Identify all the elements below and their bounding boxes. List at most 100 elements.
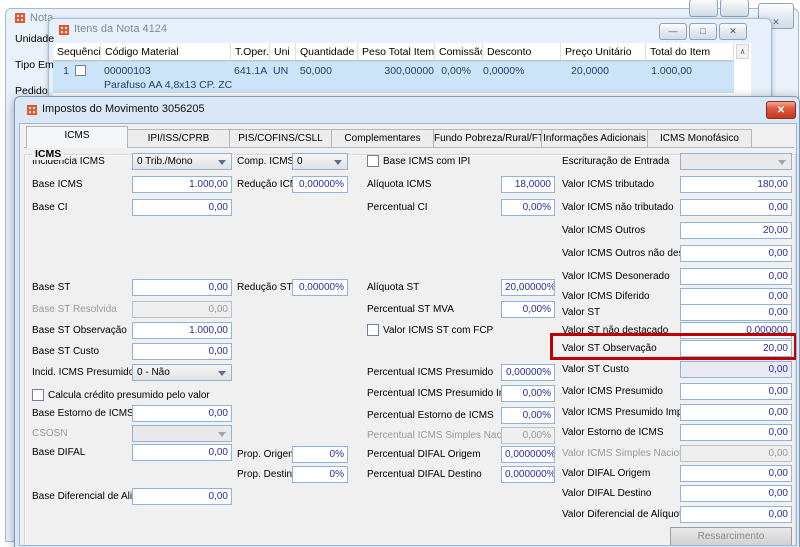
base-estorno-field[interactable]: 0,00	[132, 405, 232, 422]
incidencia-icms-select[interactable]: 0 Trib./Mono	[132, 153, 232, 170]
col-header-uni[interactable]: Uni	[270, 43, 296, 61]
prop-destino-label: Prop. Destino	[237, 469, 298, 480]
tab-icms-monofasico[interactable]: ICMS Monofásico	[648, 129, 752, 148]
col-header-total-do-item[interactable]: Total do Item	[646, 43, 734, 61]
aliquota-st-field[interactable]: 20,00000%	[501, 279, 555, 296]
tab-informacoes-adicionais[interactable]: Informações Adicionais	[542, 129, 648, 148]
table-row[interactable]: 1 00000103 Parafuso AA 4,8x13 CP. ZC 641…	[53, 61, 734, 93]
percentual-icms-presumido-label: Percentual ICMS Presumido	[367, 367, 494, 378]
col-header-toper[interactable]: T.Oper.	[231, 43, 270, 61]
valor-dif-aliquota-label: Valor Diferencial de Alíquota	[562, 509, 688, 520]
base-st-observacao-field[interactable]: 1.000,00	[132, 322, 232, 339]
reducao-icms-field[interactable]: 0,00000%	[292, 176, 348, 193]
col-header-quantidade[interactable]: Quantidade	[296, 43, 358, 61]
base-icms-field[interactable]: 1.000,00	[132, 176, 232, 193]
escrituracao-label: Escrituração de Entrada	[562, 156, 670, 167]
percentual-difal-origem-label: Percentual DIFAL Origem	[367, 449, 481, 460]
valor-icms-diferido-field[interactable]: 0,00	[680, 288, 792, 305]
valor-icms-outros-nao-dest-field[interactable]: 0,00	[680, 245, 792, 262]
row-toper: 641.1A	[234, 65, 268, 77]
tab-ipi-iss-cprb[interactable]: IPI/ISS/CPRB	[128, 129, 230, 148]
base-ci-field[interactable]: 0,00	[132, 199, 232, 216]
valor-st-custo-field[interactable]: 0,00	[680, 361, 792, 378]
base-st-custo-field[interactable]: 0,00	[132, 343, 232, 360]
valor-icms-tributado-label: Valor ICMS tributado	[562, 179, 655, 190]
app-icon	[15, 13, 25, 23]
valor-icms-presumido-field[interactable]: 0,00	[680, 383, 792, 400]
valor-st-field[interactable]: 0,00	[680, 304, 792, 321]
base-st-field[interactable]: 0,00	[132, 279, 232, 296]
valor-st-nao-destacado-field[interactable]: 0,000000	[680, 322, 792, 339]
valor-icms-st-com-fcp-checkbox[interactable]	[367, 324, 379, 336]
maximize-button[interactable]	[689, 0, 718, 17]
valor-icms-desonerado-field[interactable]: 0,00	[680, 268, 792, 285]
percentual-ci-label: Percentual CI	[367, 202, 428, 213]
csosn-label: CSOSN	[32, 428, 68, 439]
incid-icms-presumido-select[interactable]: 0 - Não	[132, 364, 232, 381]
tab-icms[interactable]: ICMS	[26, 126, 128, 148]
valor-difal-origem-field[interactable]: 0,00	[680, 465, 792, 482]
aliquota-icms-field[interactable]: 18,0000	[501, 176, 555, 193]
percentual-estorno-field[interactable]: 0,00%	[501, 407, 555, 424]
app-icon	[27, 105, 37, 115]
valor-dif-aliquota-field[interactable]: 0,00	[680, 506, 792, 523]
valor-difal-destino-field[interactable]: 0,00	[680, 485, 792, 502]
comp-icms-select[interactable]: 0	[292, 153, 348, 170]
valor-icms-outros-nao-dest-label: Valor ICMS Outros não dest.	[562, 248, 690, 259]
valor-st-observacao-field[interactable]: 20,00	[680, 340, 792, 357]
base-difal-label: Base DIFAL	[32, 447, 86, 458]
row-codigo: 00000103	[104, 65, 151, 77]
col-header-codigo-material[interactable]: Código Material	[101, 43, 231, 61]
minimize-icon[interactable]: —	[659, 23, 687, 40]
percentual-icms-presumido-field[interactable]: 0,00000%	[501, 364, 555, 381]
restore-button[interactable]	[720, 0, 749, 17]
col-header-peso-total-item[interactable]: Peso Total Item	[358, 43, 435, 61]
percentual-ci-field[interactable]: 0,00%	[501, 199, 555, 216]
prop-origem-field[interactable]: 0%	[292, 446, 348, 463]
row-preco: 20,0000	[571, 65, 609, 77]
aliquota-st-label: Alíquota ST	[367, 282, 420, 293]
prop-destino-field[interactable]: 0%	[292, 466, 348, 483]
col-header-sequencia[interactable]: Sequência	[53, 43, 101, 61]
tab-complementares[interactable]: Complementares	[332, 129, 434, 148]
percentual-difal-destino-field[interactable]: 0,000000%	[501, 466, 555, 483]
valor-simples-label: Valor ICMS Simples Nacional	[562, 448, 693, 459]
col-header-comissao[interactable]: Comissão	[435, 43, 483, 61]
tab-pis-cofins-csll[interactable]: PIS/COFINS/CSLL	[230, 129, 332, 148]
col-header-preco-unitario[interactable]: Preço Unitário	[561, 43, 646, 61]
tab-fundo-pobreza-rural-fti[interactable]: Fundo Pobreza/Rural/FTI	[434, 129, 542, 148]
dialog-titlebar[interactable]: Impostos do Movimento 3056205 ✕	[15, 97, 799, 123]
percentual-difal-origem-field[interactable]: 0,000000%	[501, 446, 555, 463]
valor-estorno-field[interactable]: 0,00	[680, 424, 792, 441]
window-itens-titlebar[interactable]: Itens da Nota 4124 — □ ✕	[49, 19, 771, 41]
escrituracao-select[interactable]	[680, 153, 792, 170]
field-label-unidade: Unidade	[15, 33, 55, 45]
scroll-up-icon[interactable]: ∧	[736, 44, 749, 59]
base-st-resolvida-label: Base ST Resolvida	[32, 304, 117, 315]
valor-simples-field: 0,00	[680, 445, 792, 462]
comp-icms-label: Comp. ICMS	[237, 156, 295, 167]
valor-icms-presumido-pr-field[interactable]: 0,00	[680, 404, 792, 421]
percentual-st-mva-field[interactable]: 0,00%	[501, 301, 555, 318]
row-checkbox[interactable]	[75, 65, 86, 76]
valor-difal-destino-label: Valor DIFAL Destino	[562, 488, 652, 499]
ressarcimento-button[interactable]: Ressarcimento	[670, 527, 792, 545]
close-icon[interactable]: ✕	[766, 101, 796, 119]
reducao-st-field[interactable]: 0,00000%	[292, 279, 348, 296]
valor-icms-tributado-field[interactable]: 180,00	[680, 176, 792, 193]
valor-icms-outros-field[interactable]: 20,00	[680, 222, 792, 239]
base-dif-aliq-field[interactable]: 0,00	[132, 488, 232, 505]
base-st-observacao-label: Base ST Observação	[32, 325, 127, 336]
row-peso: 300,00000	[384, 65, 434, 77]
valor-difal-origem-label: Valor DIFAL Origem	[562, 468, 651, 479]
percentual-icms-presumido-pr-field[interactable]: 0,00%	[501, 385, 555, 402]
valor-st-nao-destacado-label: Valor ST não destacado	[562, 325, 669, 336]
row-desconto: 0,0000%	[483, 65, 525, 77]
base-icms-com-ipi-checkbox[interactable]	[367, 155, 379, 167]
close-icon[interactable]: ✕	[719, 23, 747, 40]
base-difal-field[interactable]: 0,00	[132, 444, 232, 461]
col-header-desconto[interactable]: Desconto	[483, 43, 561, 61]
valor-icms-nao-tributado-field[interactable]: 0,00	[680, 199, 792, 216]
calcula-credito-checkbox[interactable]	[32, 389, 44, 401]
maximize-icon[interactable]: □	[689, 23, 717, 40]
